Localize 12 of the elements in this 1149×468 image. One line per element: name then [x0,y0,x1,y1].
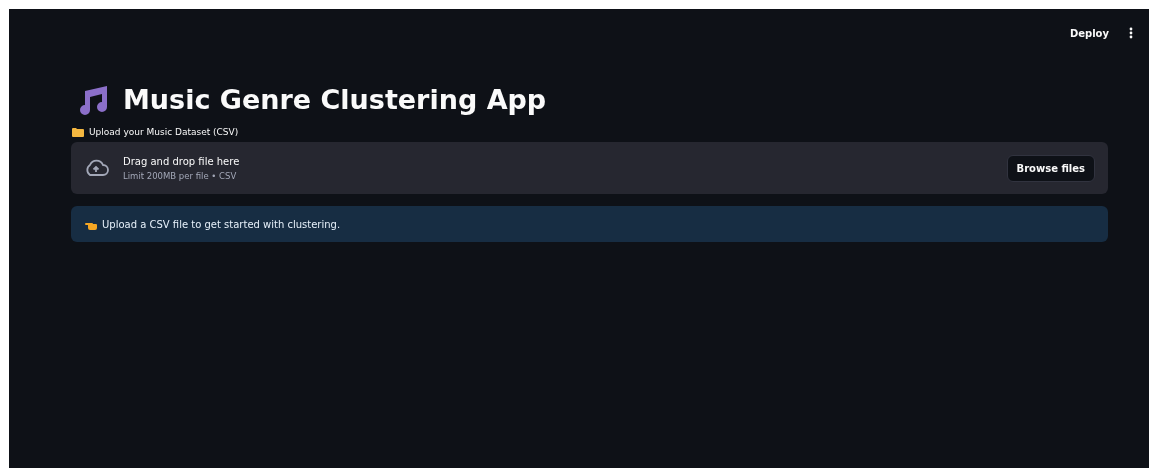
file-dropzone[interactable]: Drag and drop file here Limit 200MB per file • CSV Browse files [71,142,1108,194]
folder-icon [72,127,84,137]
file-limit-text: Limit 200MB per file • CSV [123,170,238,181]
deploy-button[interactable]: Deploy [1065,25,1113,41]
page-title: Music Genre Clustering App [123,84,547,115]
uploader-label: Upload your Music Dataset (CSV) [89,127,239,137]
menu-icon[interactable] [1129,27,1133,39]
info-message: Upload a CSV file to get started with clustering. [102,218,341,230]
music-note-icon [77,84,109,115]
drop-instruction: Drag and drop file here [123,155,241,167]
browse-files-button[interactable]: Browse files [1006,154,1095,182]
cloud-upload-icon [83,159,109,177]
